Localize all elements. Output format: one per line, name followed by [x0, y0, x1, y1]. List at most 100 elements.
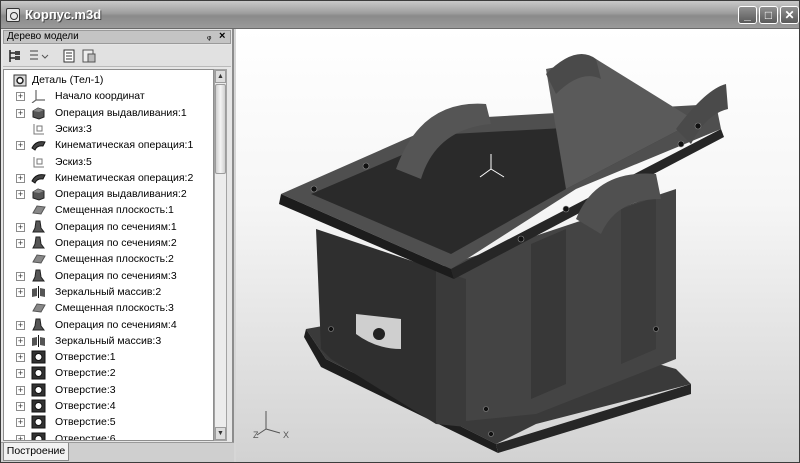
document-view-icon[interactable]	[61, 48, 77, 64]
tree-item[interactable]: + Отверстие:3	[4, 382, 213, 398]
tree-item[interactable]: + Кинематическая операция:1	[4, 137, 213, 153]
tree-item-label: Отверстие:2	[55, 367, 116, 380]
tree-item[interactable]: Смещенная плоскость:3	[4, 300, 213, 316]
expand-icon[interactable]: +	[16, 402, 25, 411]
expand-icon[interactable]: +	[16, 141, 25, 151]
tree-item-label: Эскиз:3	[55, 122, 92, 135]
expand-icon[interactable]: +	[16, 434, 25, 440]
tab-construction[interactable]: Построение	[3, 443, 69, 461]
tree-item[interactable]: Смещенная плоскость:1	[4, 202, 213, 218]
hole-icon	[31, 399, 46, 413]
part-icon	[13, 73, 28, 87]
tree-root-label: Деталь (Тел-1)	[32, 74, 104, 86]
plane-icon	[31, 252, 46, 266]
expand-icon[interactable]: +	[16, 190, 25, 200]
axis-z-label: Z	[253, 430, 259, 440]
document-icon	[6, 8, 20, 22]
pin-icon[interactable]: ᵩ	[207, 31, 211, 43]
tree-item-label: Начало координат	[55, 90, 145, 103]
tree-view-dropdown-icon[interactable]	[27, 48, 49, 64]
tree-item-label: Операция по сечениям:1	[55, 220, 177, 233]
close-button[interactable]: ✕	[780, 6, 799, 24]
tree-item-label: Отверстие:6	[55, 432, 116, 441]
expand-icon[interactable]: +	[16, 353, 25, 363]
extrude-icon	[31, 187, 46, 201]
properties-icon[interactable]	[81, 48, 97, 64]
tree-item[interactable]: + Зеркальный массив:2	[4, 284, 213, 300]
panel-header: Дерево модели ᵩ ×	[3, 30, 231, 44]
window-title: Корпус.m3d	[25, 7, 102, 22]
tree-item-label: Кинематическая операция:2	[55, 171, 194, 184]
expand-icon[interactable]: +	[16, 222, 25, 232]
tree-toolbar	[3, 45, 231, 67]
scroll-up-icon[interactable]: ▲	[215, 70, 226, 83]
sweep-icon	[31, 138, 46, 152]
tree-item-label: Зеркальный массив:2	[55, 285, 162, 298]
expand-icon[interactable]: +	[16, 418, 25, 428]
tree-item-label: Зеркальный массив:3	[55, 334, 162, 347]
maximize-button[interactable]: □	[759, 6, 778, 24]
hole-icon	[31, 432, 46, 440]
expand-icon[interactable]: +	[16, 108, 25, 118]
tree-item-label: Операция по сечениям:2	[55, 237, 177, 249]
expand-icon[interactable]: +	[16, 287, 25, 297]
tree-scrollbar[interactable]: ▲ ▼	[214, 69, 227, 441]
tree-item[interactable]: + Отверстие:1	[4, 349, 213, 365]
app-window: Корпус.m3d _ □ ✕ Дерево модели ᵩ × Детал…	[0, 0, 800, 463]
tree-item[interactable]: + Операция выдавливания:2	[4, 186, 213, 202]
tree-item[interactable]: + Операция по сечениям:3	[4, 268, 213, 284]
tree-item-label: Эскиз:5	[55, 155, 92, 168]
loft-icon	[31, 220, 46, 234]
expand-icon[interactable]: +	[16, 320, 25, 330]
tree-item-label: Смещенная плоскость:3	[55, 302, 174, 315]
scrollbar-thumb[interactable]	[215, 84, 226, 174]
3d-viewport[interactable]: Z X	[236, 29, 799, 462]
tree-item[interactable]: + Отверстие:5	[4, 414, 213, 430]
hole-icon	[31, 415, 46, 429]
tree-item[interactable]: Смещенная плоскость:2	[4, 251, 213, 267]
model-tree-panel: Дерево модели ᵩ × Деталь (Тел-1) + Начал…	[1, 29, 234, 462]
tree-item[interactable]: + Операция по сечениям:4	[4, 317, 213, 333]
expand-icon[interactable]: +	[16, 92, 25, 102]
tree-root[interactable]: Деталь (Тел-1)	[4, 72, 213, 88]
tree-item[interactable]: + Операция выдавливания:1	[4, 105, 213, 121]
tree-item-label: Отверстие:3	[55, 383, 116, 396]
tree-item-label: Операция по сечениям:4	[55, 318, 177, 331]
model-tree[interactable]: Деталь (Тел-1) + Начало координат + Операци…	[3, 69, 214, 441]
tree-item[interactable]: + Отверстие:6	[4, 431, 213, 441]
hole-icon	[31, 366, 46, 380]
expand-icon[interactable]: +	[16, 271, 25, 281]
tree-item[interactable]: + Зеркальный массив:3	[4, 333, 213, 349]
expand-icon[interactable]: +	[16, 369, 25, 379]
tree-item[interactable]: Эскиз:3	[4, 121, 213, 137]
expand-icon[interactable]: +	[16, 239, 25, 248]
panel-tab-bar: Построение	[1, 442, 234, 462]
tree-item[interactable]: + Начало координат	[4, 88, 213, 104]
expand-icon[interactable]: +	[16, 385, 25, 395]
tree-item-label: Смещенная плоскость:2	[55, 253, 174, 266]
tree-structure-icon[interactable]	[7, 48, 23, 64]
tree-item-label: Смещенная плоскость:1	[55, 204, 174, 217]
tree-item-label: Операция по сечениям:3	[55, 269, 177, 282]
loft-icon	[31, 318, 46, 332]
plane-icon	[31, 203, 46, 217]
scroll-down-icon[interactable]: ▼	[215, 427, 226, 440]
tree-item[interactable]: + Операция по сечениям:1	[4, 219, 213, 235]
expand-icon[interactable]: +	[16, 173, 25, 183]
hole-icon	[31, 350, 46, 364]
loft-icon	[31, 236, 46, 250]
tree-item[interactable]: + Кинематическая операция:2	[4, 170, 213, 186]
extrude-icon	[31, 106, 46, 120]
panel-close-button[interactable]: ×	[219, 30, 225, 43]
tree-item-label: Отверстие:5	[55, 416, 116, 429]
minimize-button[interactable]: _	[738, 6, 757, 24]
mirror-icon	[31, 334, 46, 348]
mirror-icon	[31, 285, 46, 299]
tree-item[interactable]: + Отверстие:2	[4, 365, 213, 381]
tree-item[interactable]: Эскиз:5	[4, 154, 213, 170]
title-bar[interactable]: Корпус.m3d _ □ ✕	[1, 1, 799, 29]
tree-item[interactable]: + Отверстие:4	[4, 398, 213, 414]
tree-item-label: Операция выдавливания:2	[55, 188, 187, 201]
expand-icon[interactable]: +	[16, 336, 25, 346]
tree-item[interactable]: + Операция по сечениям:2	[4, 235, 213, 251]
